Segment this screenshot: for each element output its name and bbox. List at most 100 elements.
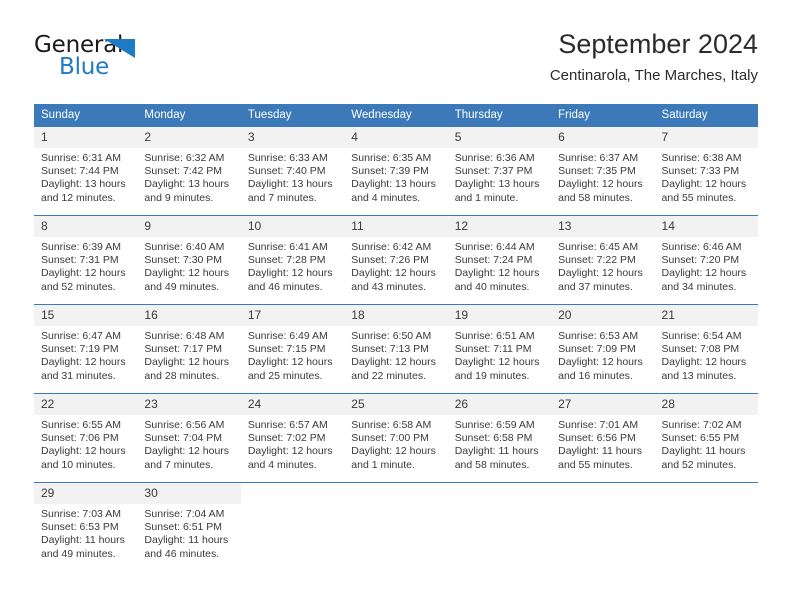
day-details: Sunrise: 6:50 AM Sunset: 7:13 PM Daylight:… [344,326,447,383]
calendar-day-cell[interactable]: 26 Sunrise: 6:59 AM Sunset: 6:58 PM Dayligh… [447,393,552,483]
day-details: Sunrise: 6:36 AM Sunset: 7:37 PM Daylight:… [448,148,551,205]
logo-text-blue: Blue [59,54,110,80]
calendar-day-cell[interactable]: 7 Sunrise: 6:38 AM Sunset: 7:33 PM Daylight… [654,127,758,216]
calendar-day-cell[interactable]: 3 Sunrise: 6:33 AM Sunset: 7:40 PM Daylight… [240,127,345,216]
daylight-text: Daylight: 13 hours and 4 minutes. [351,178,436,204]
page-header: General Blue September 2024 Centinarola,… [34,28,758,96]
weekday-header-saturday: Saturday [654,104,758,127]
calendar-day-cell[interactable]: 4 Sunrise: 6:35 AM Sunset: 7:39 PM Daylight… [344,127,448,216]
calendar-week-row: 8 Sunrise: 6:39 AM Sunset: 7:31 PM Daylight… [34,215,758,305]
calendar-day-cell[interactable]: 25 Sunrise: 6:58 AM Sunset: 7:00 PM Dayligh… [344,393,448,483]
day-details: Sunrise: 6:35 AM Sunset: 7:39 PM Daylight:… [344,148,447,205]
day-number: 29 [34,483,138,504]
calendar-day-cell[interactable]: 19 Sunrise: 6:51 AM Sunset: 7:11 PM Dayligh… [447,304,552,394]
sunset-text: Sunset: 7:33 PM [661,165,740,178]
daylight-text: Daylight: 12 hours and 43 minutes. [351,267,436,293]
day-details: Sunrise: 6:41 AM Sunset: 7:28 PM Daylight:… [241,237,344,294]
daylight-text: Daylight: 13 hours and 9 minutes. [144,178,230,204]
daylight-text: Daylight: 11 hours and 52 minutes. [661,445,746,471]
sunset-text: Sunset: 7:22 PM [558,254,636,267]
sunset-text: Sunset: 7:26 PM [351,254,429,267]
sunrise-text: Sunrise: 6:54 AM [661,330,742,342]
calendar-day-cell[interactable]: 10 Sunrise: 6:41 AM Sunset: 7:28 PM Dayligh… [240,215,345,305]
sunset-text: Sunset: 7:15 PM [247,343,326,356]
calendar-grid: Sunday Monday Tuesday Wednesday Thursday… [34,104,758,571]
calendar-day-cell[interactable]: 28 Sunrise: 7:02 AM Sunset: 6:55 PM Dayligh… [654,393,758,483]
sunset-text: Sunset: 7:06 PM [41,432,119,445]
day-number: 13 [551,216,655,237]
sunrise-text: Sunrise: 6:50 AM [351,330,432,342]
sunrise-text: Sunrise: 6:31 AM [41,152,121,164]
daylight-text: Daylight: 12 hours and 4 minutes. [247,445,333,471]
calendar-day-cell[interactable]: 16 Sunrise: 6:48 AM Sunset: 7:17 PM Dayligh… [137,304,241,394]
sunrise-text: Sunrise: 6:58 AM [351,419,432,431]
sunset-text: Sunset: 7:28 PM [247,254,326,267]
sunset-text: Sunset: 7:00 PM [351,432,429,445]
calendar-day-cell[interactable]: 8 Sunrise: 6:39 AM Sunset: 7:31 PM Daylight… [34,215,138,305]
day-number: 21 [654,305,758,326]
calendar-day-cell[interactable]: 24 Sunrise: 6:57 AM Sunset: 7:02 PM Dayligh… [240,393,345,483]
sunset-text: Sunset: 6:56 PM [558,432,636,445]
calendar-day-cell[interactable]: 27 Sunrise: 7:01 AM Sunset: 6:56 PM Dayligh… [551,393,655,483]
calendar-day-cell[interactable]: 21 Sunrise: 6:54 AM Sunset: 7:08 PM Dayligh… [654,304,758,394]
calendar-day-cell[interactable]: 14 Sunrise: 6:46 AM Sunset: 7:20 PM Dayligh… [654,215,758,305]
day-details: Sunrise: 6:33 AM Sunset: 7:40 PM Daylight:… [241,148,344,205]
calendar-page: General Blue September 2024 Centinarola,… [0,0,792,612]
daylight-text: Daylight: 12 hours and 7 minutes. [144,445,230,471]
calendar-day-cell[interactable]: 22 Sunrise: 6:55 AM Sunset: 7:06 PM Dayligh… [34,393,138,483]
calendar-day-cell[interactable]: 17 Sunrise: 6:49 AM Sunset: 7:15 PM Dayligh… [240,304,345,394]
daylight-text: Daylight: 11 hours and 55 minutes. [558,445,642,471]
day-details: Sunrise: 7:01 AM Sunset: 6:56 PM Daylight:… [551,415,654,472]
day-number [344,483,447,504]
day-number: 4 [344,127,448,148]
calendar-day-cell[interactable]: 20 Sunrise: 6:53 AM Sunset: 7:09 PM Dayligh… [551,304,655,394]
day-number: 7 [654,127,758,148]
calendar-day-cell[interactable]: 23 Sunrise: 6:56 AM Sunset: 7:04 PM Dayligh… [137,393,241,483]
day-number [241,483,344,504]
sunset-text: Sunset: 7:30 PM [144,254,223,267]
calendar-day-cell[interactable]: 2 Sunrise: 6:32 AM Sunset: 7:42 PM Daylight… [137,127,241,216]
calendar-empty-cell [240,482,345,571]
daylight-text: Daylight: 12 hours and 40 minutes. [454,267,540,293]
day-details: Sunrise: 6:59 AM Sunset: 6:58 PM Daylight:… [448,415,551,472]
calendar-day-cell[interactable]: 12 Sunrise: 6:44 AM Sunset: 7:24 PM Dayligh… [447,215,552,305]
day-details: Sunrise: 6:31 AM Sunset: 7:44 PM Daylight:… [34,148,137,205]
calendar-day-cell[interactable]: 18 Sunrise: 6:50 AM Sunset: 7:13 PM Dayligh… [344,304,448,394]
day-number: 3 [240,127,345,148]
sunrise-text: Sunrise: 6:45 AM [558,241,639,253]
day-details: Sunrise: 7:02 AM Sunset: 6:55 PM Daylight:… [655,415,758,472]
daylight-text: Daylight: 12 hours and 37 minutes. [558,267,643,293]
sunset-text: Sunset: 7:11 PM [454,343,532,356]
calendar-day-cell[interactable]: 11 Sunrise: 6:42 AM Sunset: 7:26 PM Dayligh… [344,215,448,305]
calendar-day-cell[interactable]: 30 Sunrise: 7:04 AM Sunset: 6:51 PM Dayligh… [137,482,241,571]
day-number: 26 [447,394,552,415]
calendar-day-cell[interactable]: 9 Sunrise: 6:40 AM Sunset: 7:30 PM Daylight… [137,215,241,305]
general-blue-logo[interactable]: General Blue [34,32,234,88]
calendar-day-cell[interactable]: 1 Sunrise: 6:31 AM Sunset: 7:44 PM Daylight… [34,127,138,216]
sunrise-text: Sunrise: 6:32 AM [144,152,225,164]
sunrise-text: Sunrise: 6:59 AM [454,419,535,431]
calendar-empty-cell [447,482,552,571]
sunrise-text: Sunrise: 6:48 AM [144,330,225,342]
calendar-day-cell[interactable]: 6 Sunrise: 6:37 AM Sunset: 7:35 PM Daylight… [551,127,655,216]
sunrise-text: Sunrise: 6:35 AM [351,152,432,164]
sunrise-text: Sunrise: 6:49 AM [247,330,328,342]
calendar-day-cell[interactable]: 13 Sunrise: 6:45 AM Sunset: 7:22 PM Dayligh… [551,215,655,305]
daylight-text: Daylight: 12 hours and 49 minutes. [144,267,230,293]
sunset-text: Sunset: 6:53 PM [41,521,119,534]
calendar-week-row: 22 Sunrise: 6:55 AM Sunset: 7:06 PM Dayligh… [34,393,758,483]
sunset-text: Sunset: 7:13 PM [351,343,429,356]
calendar-day-cell[interactable]: 29 Sunrise: 7:03 AM Sunset: 6:53 PM Dayligh… [34,482,138,571]
daylight-text: Daylight: 12 hours and 58 minutes. [558,178,643,204]
day-details: Sunrise: 6:46 AM Sunset: 7:20 PM Daylight:… [655,237,758,294]
day-number: 11 [344,216,448,237]
sunrise-text: Sunrise: 6:47 AM [41,330,121,342]
calendar-body: 1 Sunrise: 6:31 AM Sunset: 7:44 PM Daylight… [34,127,758,571]
calendar-day-cell[interactable]: 15 Sunrise: 6:47 AM Sunset: 7:19 PM Dayligh… [34,304,138,394]
calendar-day-cell[interactable]: 5 Sunrise: 6:36 AM Sunset: 7:37 PM Daylight… [447,127,552,216]
weekday-header-tuesday: Tuesday [240,104,345,127]
sunrise-text: Sunrise: 6:51 AM [454,330,535,342]
daylight-text: Daylight: 12 hours and 28 minutes. [144,356,230,382]
page-subtitle: Centinarola, The Marches, Italy [549,67,758,84]
sunrise-text: Sunrise: 6:55 AM [41,419,121,431]
